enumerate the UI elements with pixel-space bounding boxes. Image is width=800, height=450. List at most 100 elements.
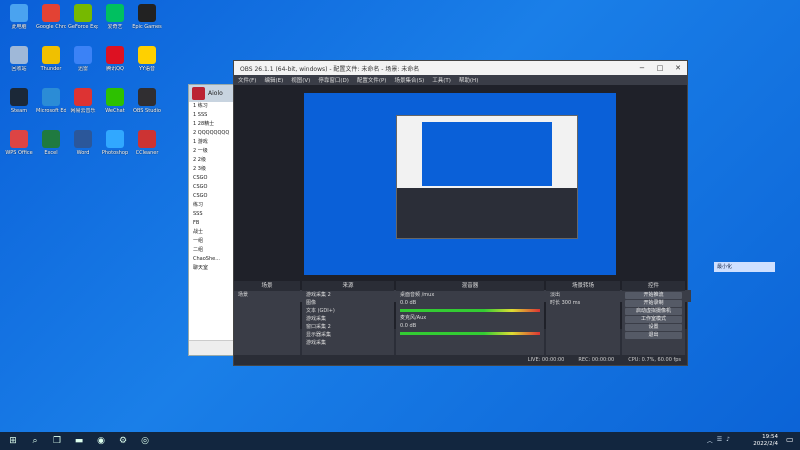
app-icon <box>138 46 156 64</box>
desktop-icon-label: Microsoft Edge <box>36 108 66 114</box>
desktop-icon[interactable]: Epic Games <box>132 4 162 30</box>
clock-date: 2022/2/4 <box>753 441 778 447</box>
clock-time: 19:54 <box>762 434 778 440</box>
rec-status: REC: 00:00:00 <box>578 357 615 363</box>
app-icon <box>106 130 124 148</box>
desktop-icon[interactable]: 回收站 <box>4 46 34 72</box>
desktop-icon-label: Excel <box>44 150 58 156</box>
mixer-header: 混音器 <box>396 281 544 291</box>
desktop-icon-label: Steam <box>10 108 28 114</box>
desktop-icon[interactable]: Microsoft Edge <box>36 88 66 114</box>
desktop-icon[interactable]: WPS Office <box>4 130 34 156</box>
chrome-icon[interactable]: ◉ <box>92 434 110 448</box>
control-button[interactable]: 退出 <box>625 332 682 339</box>
desktop-icon-label: 回收站 <box>11 66 27 72</box>
dock-item[interactable]: 游戏采集 <box>302 315 394 323</box>
dock-item[interactable]: 游戏采集 2 <box>302 291 394 299</box>
desktop-icon-label: Google Chrome <box>36 24 66 30</box>
notification-icon[interactable]: ▭ <box>786 435 796 445</box>
menu-item[interactable]: 编辑(E) <box>264 76 283 84</box>
dock-item[interactable]: 麦克风/Aux <box>396 314 544 322</box>
control-button[interactable]: 启动虚拟摄像机 <box>625 308 682 315</box>
desktop-icon[interactable]: Google Chrome <box>36 4 66 30</box>
control-button[interactable]: 开始推流 <box>625 292 682 299</box>
menu-item[interactable]: 配置文件(P) <box>357 76 387 84</box>
obs-docks: 场景 场景 来源 游戏采集 2 图像 文本 (GDI+) 游戏采集 窗口采集 2 显示器采… <box>234 281 687 365</box>
start-icon[interactable]: ⊞ <box>4 434 22 448</box>
close-button[interactable]: ✕ <box>669 64 687 72</box>
desktop-icon[interactable]: WeChat <box>100 88 130 114</box>
steam-icon[interactable]: ⚙ <box>114 434 132 448</box>
dock-item[interactable]: 文本 (GDI+) <box>302 307 394 315</box>
desktop-icon[interactable]: Photoshop <box>100 130 130 156</box>
dock-item[interactable]: 显示器采集 <box>302 331 394 339</box>
control-button[interactable]: 工作室模式 <box>625 316 682 323</box>
control-button[interactable]: 开始录制 <box>625 300 682 307</box>
dock-item[interactable]: 0.0 dB <box>396 299 544 307</box>
desktop-icon[interactable]: Excel <box>36 130 66 156</box>
menu-item[interactable]: 工具(T) <box>432 76 451 84</box>
app-icon <box>74 46 92 64</box>
desktop-icon-label: WPS Office <box>5 150 33 156</box>
obs-window[interactable]: OBS 26.1.1 (64-bit, windows) - 配置文件: 未命名… <box>233 60 691 366</box>
dock-item[interactable]: 窗口采集 2 <box>302 323 394 331</box>
desktop-icon[interactable]: Steam <box>4 88 34 114</box>
dock-item[interactable]: 场景 <box>234 291 300 299</box>
desktop-icon-label: GeForce Experience <box>68 24 98 30</box>
obs-title: OBS 26.1.1 (64-bit, windows) - 配置文件: 未命名… <box>240 65 420 73</box>
dock-item[interactable]: 图像 <box>302 299 394 307</box>
explorer-icon[interactable]: ▬ <box>70 434 88 448</box>
dock-item[interactable]: 游戏采集 <box>302 339 394 347</box>
dock-item[interactable]: 0.0 dB <box>396 322 544 330</box>
desktop-icon[interactable]: GeForce Experience <box>68 4 98 30</box>
desktop-icon[interactable]: Word <box>68 130 98 156</box>
app-icon <box>42 88 60 106</box>
desktop-icon-label: 腾讯QQ <box>106 66 124 72</box>
desktop-icon[interactable]: CCleaner <box>132 130 162 156</box>
search-icon[interactable]: ⌕ <box>26 434 44 448</box>
desktop-icon[interactable]: 此电脑 <box>4 4 34 30</box>
transitions-header: 场景转场 <box>546 281 620 291</box>
dock-item[interactable]: 时长 300 ms <box>546 299 620 307</box>
desktop-icon[interactable]: 腾讯QQ <box>100 46 130 72</box>
chevron-up-icon[interactable]: ︿ <box>707 436 713 445</box>
avatar[interactable] <box>192 87 205 100</box>
desktop-icon-label: Photoshop <box>101 150 129 156</box>
network-icon[interactable]: ☰ <box>717 436 722 445</box>
desktop-icon-label: Epic Games <box>132 24 162 30</box>
obs-icon[interactable]: ◎ <box>136 434 154 448</box>
menu-item[interactable]: 停靠窗口(D) <box>318 76 349 84</box>
desktop-icon[interactable]: 爱奇艺 <box>100 4 130 30</box>
desktop-icon[interactable]: 迅雷 <box>68 46 98 72</box>
menu-item[interactable]: 文件(F) <box>238 76 256 84</box>
control-button[interactable]: 设置 <box>625 324 682 331</box>
app-icon <box>10 46 28 64</box>
volume-meter[interactable] <box>400 309 540 312</box>
menu-item[interactable]: 帮助(H) <box>459 76 478 84</box>
app-icon <box>106 4 124 22</box>
nested-panel <box>397 188 577 238</box>
maximize-button[interactable]: □ <box>651 64 669 72</box>
scenes-header: 场景 <box>234 281 300 291</box>
desktop-icon[interactable]: Thunder <box>36 46 66 72</box>
desktop-icon[interactable]: 网易云音乐 <box>68 88 98 114</box>
desktop-icon[interactable]: YY语音 <box>132 46 162 72</box>
mixer-dock: 混音器 桌面音频 /mux 0.0 dB 麦克风/Aux 0.0 dB <box>396 281 544 365</box>
app-icon <box>10 88 28 106</box>
app-icon <box>42 46 60 64</box>
volume-meter[interactable] <box>400 332 540 335</box>
dock-item[interactable]: 淡出 <box>546 291 620 299</box>
desktop-icon-label: WeChat <box>105 108 125 114</box>
clock[interactable]: 19:54 2022/2/4 <box>753 434 778 448</box>
menu-item[interactable]: 视图(V) <box>291 76 310 84</box>
dock-item[interactable]: 桌面音频 /mux <box>396 291 544 299</box>
controls-dock: 控件 开始推流 开始录制 启动虚拟摄像机 工作室模式 设置 退出 <box>622 281 685 365</box>
volume-icon[interactable]: ♪ <box>726 436 730 445</box>
menu-item[interactable]: 场景集合(S) <box>394 76 424 84</box>
minimize-button[interactable]: − <box>633 64 651 72</box>
desktop-icon[interactable]: OBS Studio <box>132 88 162 114</box>
desktop-icon-label: YY语音 <box>138 66 156 72</box>
system-tray[interactable]: ︿ ☰ ♪ <box>707 436 730 445</box>
controls-header: 控件 <box>622 281 685 291</box>
task-view-icon[interactable]: ❐ <box>48 434 66 448</box>
